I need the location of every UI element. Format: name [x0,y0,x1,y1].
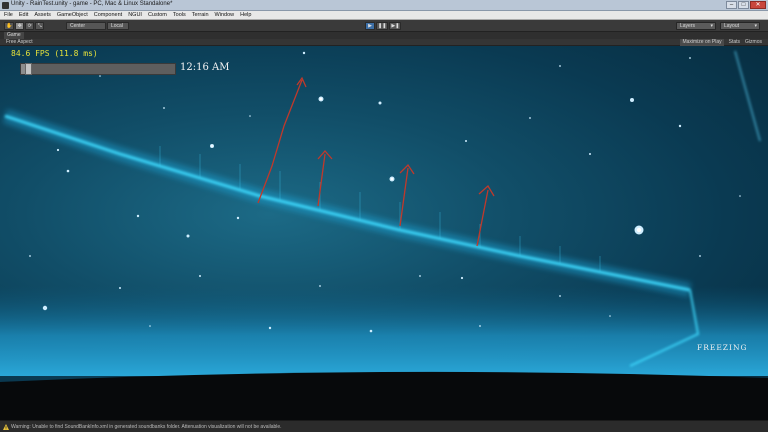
play-button[interactable]: ▶ [365,22,375,30]
window-controls: – □ ✕ [726,1,766,9]
bright-stars [211,97,642,233]
menu-custom[interactable]: Custom [148,12,167,18]
layers-dropdown[interactable]: Layers [676,22,716,30]
maximize-on-play-toggle[interactable]: Maximize on Play [680,39,724,46]
step-button[interactable]: ▶❚ [389,22,402,30]
warning-icon [3,424,9,430]
menu-component[interactable]: Component [94,12,122,18]
hand-tool-button[interactable]: ✋ [4,22,15,30]
stats-toggle[interactable]: Stats [729,39,740,46]
horizon-glow [0,286,768,376]
menu-file[interactable]: File [4,12,13,18]
game-view-bar: Free Aspect Maximize on Play Stats Gizmo… [0,39,768,46]
unity-logo-icon [2,2,9,9]
pivot-center-toggle[interactable]: Center [66,22,106,30]
menu-edit[interactable]: Edit [19,12,28,18]
window-title: Unity - RainTest.unity - game - PC, Mac … [11,1,173,7]
fps-counter: 84.6 FPS (11.8 ms) [11,49,98,58]
console-message[interactable]: Warning: Unable to find SoundBankInfo.xm… [11,423,282,431]
maximize-button[interactable]: □ [738,1,749,9]
menu-tools[interactable]: Tools [173,12,186,18]
menu-help[interactable]: Help [240,12,251,18]
space-local-toggle[interactable]: Local [107,22,129,30]
menu-gameobject[interactable]: GameObject [57,12,88,18]
minimize-button[interactable]: – [726,1,737,9]
time-of-day-slider[interactable] [20,63,176,75]
game-tab-strip: Game [0,32,768,39]
playback-controls: ▶ ❚❚ ▶❚ [365,22,402,30]
menu-assets[interactable]: Assets [34,12,51,18]
clock-label: 12:16 AM [180,62,230,73]
red-arrow-4 [476,189,489,247]
status-bar: Warning: Unable to find SoundBankInfo.xm… [0,420,768,432]
red-arrow-3 [399,167,409,227]
move-tool-button[interactable]: ✥ [15,22,25,30]
faint-streak [734,50,761,142]
transform-tools: ✋ ✥ ⟳ ⤡ [4,22,45,30]
game-viewport[interactable]: 84.6 FPS (11.8 ms) 12:16 AM FREEZING [0,46,768,420]
menu-terrain[interactable]: Terrain [192,12,209,18]
meteor-streak-glow [2,109,692,297]
scale-tool-button[interactable]: ⤡ [35,22,45,30]
ground-silhouette [0,371,768,420]
main-toolbar: ✋ ✥ ⟳ ⤡ Center Local ▶ ❚❚ ▶❚ Layers Layo… [0,20,768,32]
weather-label: FREEZING [697,343,748,352]
menu-window[interactable]: Window [215,12,235,18]
pause-button[interactable]: ❚❚ [376,22,389,30]
window-titlebar: Unity - RainTest.unity - game - PC, Mac … [0,0,768,11]
night-sky-scene [0,50,768,420]
red-arrow-2 [317,153,326,207]
close-button[interactable]: ✕ [750,1,766,9]
menu-ngui[interactable]: NGUI [128,12,142,18]
menu-bar: File Edit Assets GameObject Component NG… [0,11,768,20]
game-view-options: Maximize on Play Stats Gizmos [680,39,762,46]
tab-game[interactable]: Game [4,32,24,39]
rotate-tool-button[interactable]: ⟳ [25,22,35,30]
aspect-dropdown[interactable]: Free Aspect [6,39,33,46]
pivot-tools: Center Local [66,22,129,30]
gizmos-dropdown[interactable]: Gizmos [745,39,762,46]
time-slider-thumb[interactable] [25,63,32,75]
layout-dropdown[interactable]: Layout [720,22,760,30]
